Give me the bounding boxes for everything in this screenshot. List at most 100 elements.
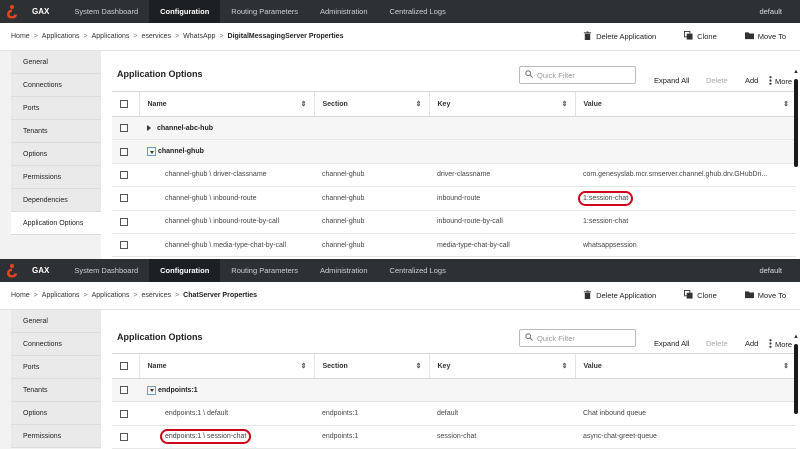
sort-icon[interactable]: ⇕ (562, 362, 568, 370)
quick-filter[interactable] (519, 329, 636, 347)
user-menu[interactable]: default (759, 7, 800, 16)
row-checkbox[interactable] (120, 241, 128, 250)
collapse-caret-icon[interactable] (147, 385, 156, 395)
nav-item-administration[interactable]: Administration (309, 0, 379, 23)
breadcrumb-item[interactable]: Applications (42, 33, 80, 40)
move-to-button[interactable]: Move To (744, 290, 786, 301)
move-to-button[interactable]: Move To (744, 31, 786, 42)
quick-filter-input[interactable] (537, 70, 627, 80)
add-button[interactable]: Add (745, 76, 758, 85)
user-menu[interactable]: default (759, 266, 800, 275)
sidebar-item-ports[interactable]: Ports (11, 97, 101, 120)
scroll-up-arrow-icon[interactable]: ▲ (793, 69, 799, 75)
column-header-value[interactable]: Value ⇕ (574, 91, 796, 117)
delete-application-button[interactable]: Delete Application (583, 290, 656, 301)
row-checkbox[interactable] (120, 432, 128, 441)
sort-icon[interactable]: ⇕ (783, 100, 789, 108)
row-select-cell (112, 210, 139, 234)
table-row[interactable]: channel-ghub \ driver-classname channel-g… (112, 163, 796, 188)
more-button[interactable]: More (769, 76, 792, 86)
breadcrumb-item[interactable]: Home (11, 33, 30, 40)
breadcrumb-item[interactable]: Home (11, 292, 30, 299)
nav-item-configuration[interactable]: Configuration (149, 0, 221, 23)
breadcrumb-item[interactable]: eservices (141, 33, 171, 40)
nav-item-routing-parameters[interactable]: Routing Parameters (220, 0, 309, 23)
expand-caret-icon[interactable] (147, 125, 151, 132)
breadcrumb-item[interactable]: Applications (92, 292, 130, 299)
sidebar-item-connections[interactable]: Connections (11, 333, 101, 356)
clone-button[interactable]: Clone (684, 31, 717, 42)
group-row[interactable]: channel-ghub (112, 139, 796, 164)
group-row[interactable]: channel-abc-hub (112, 116, 796, 141)
breadcrumb-item[interactable]: WhatsApp (183, 33, 215, 40)
row-checkbox[interactable] (120, 124, 128, 133)
nav-item-centralized-logs[interactable]: Centralized Logs (379, 0, 457, 23)
row-checkbox[interactable] (120, 170, 128, 179)
column-header-value[interactable]: Value ⇕ (574, 353, 796, 379)
table-row[interactable]: channel-ghub \ media-type-chat-by-call ch… (112, 233, 796, 258)
clone-button[interactable]: Clone (684, 290, 717, 301)
add-button[interactable]: Add (745, 339, 758, 348)
sort-icon[interactable]: ⇕ (562, 100, 568, 108)
sidebar-item-tenants[interactable]: Tenants (11, 379, 101, 402)
row-checkbox[interactable] (120, 386, 128, 395)
column-header-key[interactable]: Key ⇕ (428, 91, 575, 117)
sidebar-item-application-options[interactable]: Application Options (11, 212, 101, 235)
breadcrumb-item[interactable]: Applications (92, 33, 130, 40)
column-header-name[interactable]: Name ⇕ (138, 353, 314, 379)
group-row[interactable]: endpoints:1 (112, 378, 796, 403)
sidebar-item-tenants[interactable]: Tenants (11, 120, 101, 143)
sort-icon[interactable]: ⇕ (416, 100, 422, 108)
nav-item-system-dashboard[interactable]: System Dashboard (63, 259, 149, 282)
sort-icon[interactable]: ⇕ (301, 362, 307, 370)
expand-all-button[interactable]: Expand All (654, 339, 689, 348)
sidebar-item-options[interactable]: Options (11, 402, 101, 425)
breadcrumb-item[interactable]: eservices (141, 292, 171, 299)
quick-filter-input[interactable] (537, 333, 627, 343)
row-checkbox[interactable] (120, 147, 128, 156)
sidebar-item-dependencies[interactable]: Dependencies (11, 189, 101, 212)
table-row[interactable]: endpoints:1 \ session-chat endpoints:1 ses… (112, 425, 796, 449)
table-row[interactable]: channel-ghub \ inbound-route channel-ghub… (112, 186, 796, 211)
sort-icon[interactable]: ⇕ (416, 362, 422, 370)
table-row[interactable]: endpoints:1 \ default endpoints:1 default C… (112, 401, 796, 426)
table-row[interactable]: channel-ghub \ inbound-route-by-call chan… (112, 210, 796, 234)
quick-filter[interactable] (519, 66, 636, 84)
collapse-caret-icon[interactable] (147, 147, 156, 157)
more-button[interactable]: More (769, 339, 792, 349)
delete-button[interactable]: Delete (706, 339, 728, 348)
expand-all-button[interactable]: Expand All (654, 76, 689, 85)
vertical-scrollbar[interactable] (794, 344, 798, 414)
nav-item-system-dashboard[interactable]: System Dashboard (63, 0, 149, 23)
sidebar-item-ports[interactable]: Ports (11, 356, 101, 379)
nav-item-centralized-logs[interactable]: Centralized Logs (379, 259, 457, 282)
sort-icon[interactable]: ⇕ (301, 100, 307, 108)
nav-item-configuration[interactable]: Configuration (149, 259, 221, 282)
column-header-section[interactable]: Section ⇕ (313, 353, 429, 379)
select-all-checkbox[interactable] (120, 362, 128, 370)
nav-item-routing-parameters[interactable]: Routing Parameters (220, 259, 309, 282)
sidebar-item-options[interactable]: Options (11, 143, 101, 166)
nav-item-administration[interactable]: Administration (309, 259, 379, 282)
column-header-name[interactable]: Name ⇕ (138, 91, 314, 117)
sidebar-item-connections[interactable]: Connections (11, 74, 101, 97)
vertical-scrollbar[interactable] (794, 79, 798, 167)
sidebar-item-permissions[interactable]: Permissions (11, 425, 101, 448)
sidebar-item-general[interactable]: General (11, 310, 101, 333)
row-checkbox[interactable] (120, 194, 128, 203)
delete-button[interactable]: Delete (706, 76, 728, 85)
genesys-logo-icon[interactable] (0, 259, 24, 282)
select-all-checkbox[interactable] (120, 100, 128, 108)
sort-icon[interactable]: ⇕ (783, 362, 789, 370)
row-select-cell (112, 163, 139, 188)
genesys-logo-icon[interactable] (0, 0, 24, 23)
row-checkbox[interactable] (120, 409, 128, 418)
delete-application-button[interactable]: Delete Application (583, 31, 656, 42)
column-header-key[interactable]: Key ⇕ (428, 353, 575, 379)
column-header-section[interactable]: Section ⇕ (313, 91, 429, 117)
scroll-up-arrow-icon[interactable]: ▲ (793, 334, 799, 340)
breadcrumb-item[interactable]: Applications (42, 292, 80, 299)
sidebar-item-permissions[interactable]: Permissions (11, 166, 101, 189)
sidebar-item-general[interactable]: General (11, 51, 101, 74)
row-checkbox[interactable] (120, 217, 128, 226)
